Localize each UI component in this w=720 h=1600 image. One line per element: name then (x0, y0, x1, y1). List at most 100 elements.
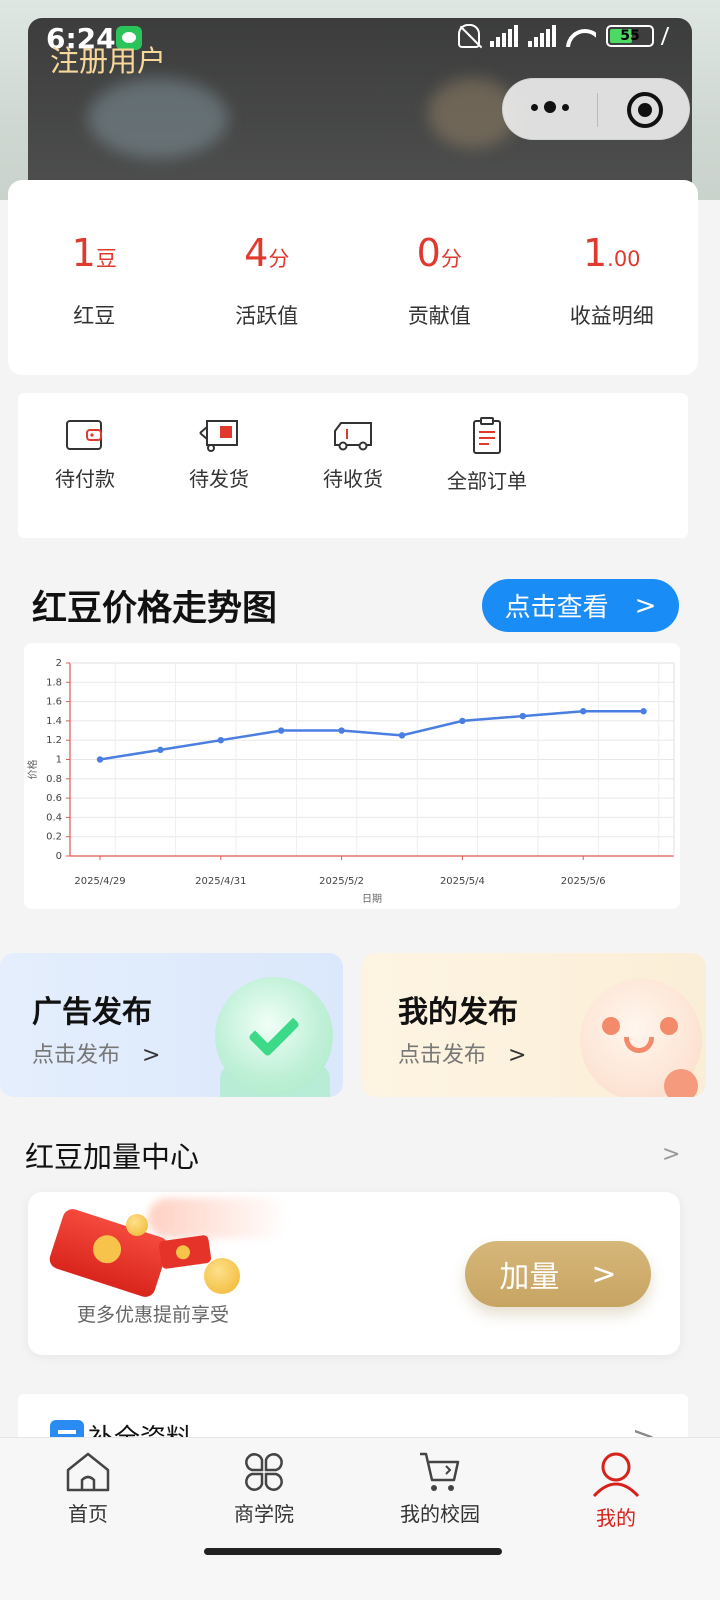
stat-label: 活跃值 (235, 304, 299, 328)
ad-publish-subtitle-text: 点击发布 (32, 1043, 121, 1068)
more-icon[interactable] (531, 101, 569, 113)
ad-publish-card[interactable]: 广告发布 点击发布 > (0, 953, 343, 1097)
close-miniprogram-icon[interactable] (627, 92, 663, 128)
boost-center-title: 红豆加量中心 (25, 1140, 200, 1174)
stat-label: 红豆 (73, 304, 116, 328)
price-line (99, 710, 644, 761)
grid-icon (245, 1453, 283, 1491)
y-tick-label: 1.6 (46, 697, 62, 708)
x-tick-label: 2025/5/4 (440, 876, 485, 887)
stat-label: 贡献值 (407, 304, 471, 328)
data-point (157, 746, 164, 754)
data-point (278, 727, 285, 734)
tab-my-campus[interactable]: 我的校园 (352, 1438, 528, 1600)
y-tick-label: 0.2 (46, 832, 62, 843)
data-point (398, 732, 406, 739)
tab-bar: 首页 商学院 我的校园 我的 (0, 1437, 720, 1600)
tab-label: 首页 (68, 1502, 108, 1526)
y-tick-label: 0.6 (46, 793, 62, 804)
data-point (96, 756, 104, 763)
stat-value: 0 (416, 231, 441, 275)
price-trend-section: 红豆价格走势图 点击查看 > 0 0.2 0.4 0.6 0.8 1 1.2 1.4 1.6 1.… (0, 556, 720, 932)
miniprogram-capsule (502, 78, 690, 140)
my-posts-card[interactable]: 我的发布 点击发布 > (362, 953, 706, 1097)
signal-icon (490, 25, 518, 47)
trend-title: 红豆价格走势图 (32, 589, 278, 629)
order-pending-shipment[interactable]: 待发货 (152, 393, 286, 538)
y-tick-label: 0.8 (46, 774, 62, 785)
delivery-box-icon (199, 420, 238, 452)
tab-home[interactable]: 首页 (0, 1438, 176, 1600)
order-label: 待发货 (189, 467, 249, 491)
chart-x-ticks: 2025/4/29 2025/4/31 2025/5/2 2025/5/4 2025/5… (74, 876, 605, 887)
data-point (459, 717, 466, 725)
wallet-icon (66, 420, 102, 450)
data-point (519, 712, 526, 720)
stat-value: 1 (71, 231, 96, 275)
my-posts-subtitle-text: 点击发布 (398, 1043, 487, 1068)
stat-unit: 分 (440, 247, 462, 271)
y-tick-label: 0 (56, 851, 62, 862)
data-point (217, 737, 224, 744)
my-posts-title: 我的发布 (398, 995, 518, 1030)
stat-unit: 豆 (95, 247, 117, 271)
cart-icon (420, 1452, 460, 1491)
stat-label: 收益明细 (569, 304, 654, 328)
order-pending-receipt[interactable]: 待收货 (286, 393, 420, 538)
stats-card: 1豆 红豆 4分 活跃值 0分 贡献值 1.00 收益明细 (8, 180, 698, 375)
tab-business-school[interactable]: 商学院 (176, 1438, 352, 1600)
status-icons: 55 (458, 24, 678, 48)
battery-level: 55 (620, 28, 640, 44)
wifi-icon (566, 25, 596, 47)
order-pending-payment[interactable]: 待付款 (18, 393, 152, 538)
user-name[interactable]: 注册用户 (50, 38, 166, 80)
price-chart-svg: 00.20.40.60.811.21.41.61.82 2025/4/29 202… (26, 658, 720, 905)
coin-icon (126, 1214, 148, 1236)
decor-speed-trail (148, 1198, 288, 1238)
order-label: 全部订单 (447, 469, 527, 493)
order-label: 待收货 (323, 467, 383, 491)
y-tick-label: 1.2 (46, 735, 62, 746)
order-all[interactable]: 全部订单 (420, 393, 554, 538)
tab-me[interactable]: 我的 (528, 1438, 704, 1600)
boost-more-link[interactable]: > (662, 1142, 680, 1167)
chart-axes (66, 662, 675, 860)
boost-card[interactable]: 更多优惠提前享受 加量 > (28, 1192, 680, 1355)
ad-publish-subtitle: 点击发布 > (32, 1037, 160, 1069)
chart-points (96, 708, 647, 763)
truck-icon (334, 422, 372, 451)
x-tick-label: 2025/4/31 (195, 876, 246, 887)
price-chart: 0 0.2 0.4 0.6 0.8 1 1.2 1.4 1.6 1.8 2 2025/4/29 202… (24, 643, 720, 909)
chevron-right-icon: > (634, 590, 657, 621)
stat-red-beans[interactable]: 1豆 红豆 (8, 230, 181, 375)
stat-earnings[interactable]: 1.00 收益明细 (526, 230, 699, 375)
person-icon (592, 1452, 640, 1498)
boost-button[interactable]: 加量 > (465, 1241, 651, 1307)
y-tick-label: 1.8 (46, 677, 62, 688)
order-label: 待付款 (55, 467, 115, 491)
stat-contribution[interactable]: 0分 贡献值 (353, 230, 526, 375)
chart-grid (70, 662, 720, 857)
my-posts-subtitle: 点击发布 > (398, 1037, 526, 1069)
decor-ball (664, 1069, 698, 1097)
y-tick-label: 0.4 (46, 812, 62, 823)
chevron-right-icon: > (591, 1256, 617, 1292)
view-trend-button[interactable]: 点击查看 > (482, 579, 679, 632)
stat-value: 1 (582, 231, 608, 275)
chevron-right-icon: > (508, 1043, 527, 1068)
checkmark-icon (215, 977, 333, 1095)
y-tick-label: 1.4 (46, 716, 62, 727)
y-tick-label: 2 (56, 658, 62, 669)
x-tick-label: 2025/4/29 (74, 876, 125, 887)
tab-label: 我的 (596, 1506, 636, 1530)
orders-card: 待付款 待发货 待收货 全部订单 (18, 393, 688, 538)
view-trend-label: 点击查看 (504, 593, 609, 623)
mute-icon (458, 24, 480, 48)
ad-publish-title: 广告发布 (32, 995, 152, 1030)
boost-button-label: 加量 (499, 1260, 560, 1295)
home-indicator[interactable] (204, 1548, 502, 1555)
stat-activity[interactable]: 4分 活跃值 (181, 230, 354, 375)
stat-value: 4 (244, 231, 269, 275)
stat-unit: .00 (607, 247, 641, 271)
tab-label: 商学院 (234, 1502, 294, 1526)
